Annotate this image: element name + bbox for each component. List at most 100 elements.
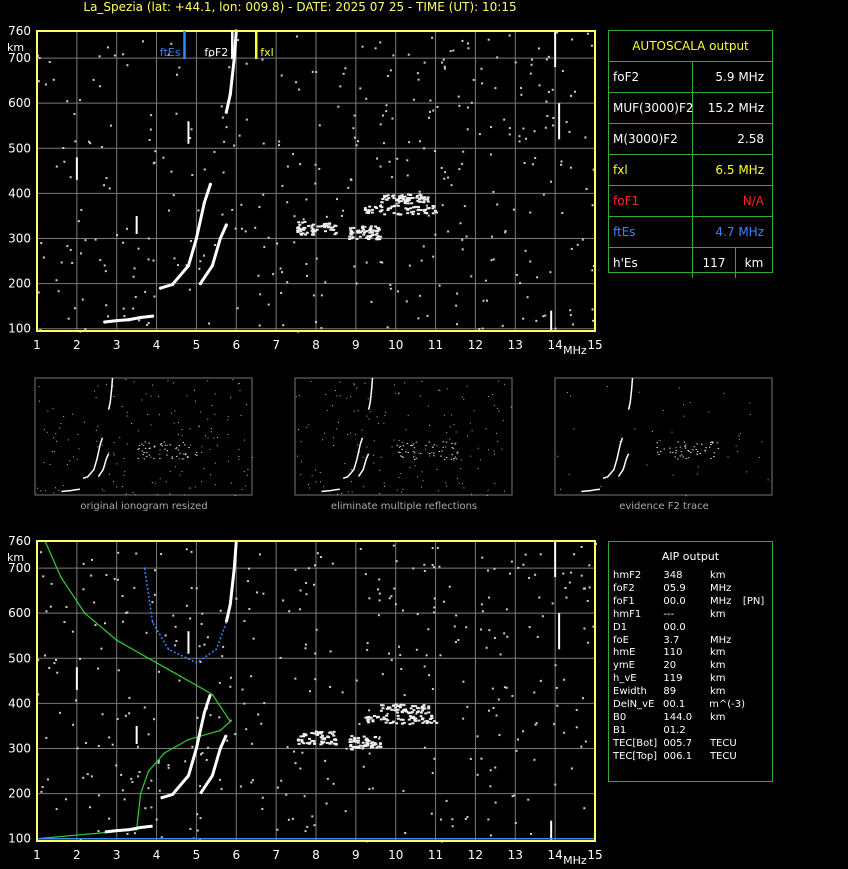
echo-clutter	[395, 722, 399, 725]
thumb-noise	[646, 464, 648, 466]
thumb-noise	[200, 411, 202, 413]
thumb-noise	[174, 410, 176, 412]
thumb-noise	[49, 463, 51, 465]
thumb-clutter	[413, 447, 416, 449]
data-point	[228, 92, 232, 96]
thumb-noise	[696, 473, 698, 475]
echo-clutter	[424, 712, 428, 715]
autoscala-value: 15.2 MHz	[707, 101, 764, 115]
echo-noise	[443, 171, 446, 174]
echo-clutter	[304, 233, 308, 236]
echo-noise	[552, 124, 555, 127]
echo-noise	[412, 567, 415, 570]
thumb-noise	[72, 413, 74, 415]
echo-noise	[528, 576, 531, 579]
thumb-noise	[683, 404, 685, 406]
echo-noise	[489, 769, 492, 772]
echo-noise	[155, 818, 158, 821]
echo-noise	[324, 281, 327, 284]
thumb-noise	[159, 449, 161, 451]
echo-clutter	[402, 721, 406, 724]
echo-clutter	[421, 709, 425, 712]
echo-noise	[488, 629, 491, 632]
echo-noise	[313, 824, 316, 827]
echo-clutter	[385, 714, 389, 717]
aip-cell	[743, 583, 772, 596]
echo-noise	[395, 202, 398, 205]
echo-noise	[154, 150, 157, 153]
x-tick-label: 5	[193, 848, 201, 862]
thumb-noise	[238, 448, 240, 450]
echo-noise	[423, 61, 426, 64]
echo-noise	[301, 751, 304, 754]
echo-noise	[331, 562, 334, 565]
echo-noise	[67, 317, 70, 320]
aip-row: foE 3.7 MHz	[613, 635, 772, 648]
thumb-noise	[738, 435, 740, 437]
autoscala-key: h'Es	[609, 248, 693, 278]
echo-noise	[267, 236, 270, 239]
echo-clutter	[380, 201, 384, 204]
echo-noise	[319, 556, 322, 559]
thumb-clutter	[196, 454, 198, 456]
echo-noise	[263, 702, 266, 705]
echo-noise	[362, 765, 365, 768]
echo-noise	[55, 808, 58, 811]
echo-clutter	[396, 204, 400, 207]
thumb-clutter	[175, 455, 178, 457]
thumb-noise	[230, 396, 232, 398]
thumb-noise	[103, 490, 105, 492]
thumb-noise	[178, 458, 180, 460]
thumb-noise	[121, 405, 123, 407]
echo-clutter	[383, 213, 387, 216]
thumb-noise	[207, 437, 209, 439]
echo-noise	[359, 87, 362, 90]
echo-noise	[304, 647, 307, 650]
thumb-noise	[150, 424, 152, 426]
thumb-noise	[151, 384, 153, 386]
echo-noise	[377, 614, 380, 617]
thumb-noise	[123, 458, 125, 460]
echo-clutter	[409, 707, 413, 710]
echo-clutter	[299, 232, 303, 235]
thumb-noise	[708, 411, 710, 413]
echo-clutter	[411, 196, 415, 199]
thumb-clutter	[397, 451, 400, 453]
echo-noise	[392, 54, 395, 57]
echo-noise	[302, 218, 305, 221]
thumb-noise	[308, 484, 310, 486]
thumb-noise	[310, 380, 312, 382]
echo-noise	[69, 176, 72, 179]
echo-noise	[109, 124, 112, 127]
thumb-noise	[418, 452, 420, 454]
thumb-clutter	[149, 447, 151, 449]
thumb-clutter	[701, 443, 703, 445]
echo-noise	[494, 801, 497, 804]
echo-noise	[517, 566, 520, 569]
thumb-noise	[298, 429, 300, 431]
y-tick-label: 400	[8, 186, 31, 200]
echo-noise	[585, 188, 588, 191]
echo-clutter	[424, 208, 428, 211]
echo-noise	[153, 569, 156, 572]
echo-noise	[587, 641, 590, 644]
thumb-clutter	[684, 445, 686, 447]
aip-row: B1 01.2	[613, 725, 772, 738]
y-unit-label: km	[7, 41, 24, 54]
echo-noise	[503, 686, 506, 689]
echo-clutter	[403, 200, 407, 203]
echo-noise	[377, 588, 380, 591]
thumb-noise	[72, 456, 74, 458]
echo-noise	[403, 694, 406, 697]
thumb-clutter	[160, 443, 163, 445]
echo-noise	[55, 279, 58, 282]
echo-noise	[132, 275, 135, 278]
thumb-noise	[209, 448, 211, 450]
aip-cell: DelN_vE	[613, 699, 655, 711]
data-point	[208, 182, 212, 186]
x-tick-label: 10	[388, 338, 403, 352]
data-point	[150, 314, 155, 318]
thumb-noise	[739, 432, 741, 434]
echo-clutter	[328, 731, 332, 734]
thumb-noise	[338, 421, 340, 423]
